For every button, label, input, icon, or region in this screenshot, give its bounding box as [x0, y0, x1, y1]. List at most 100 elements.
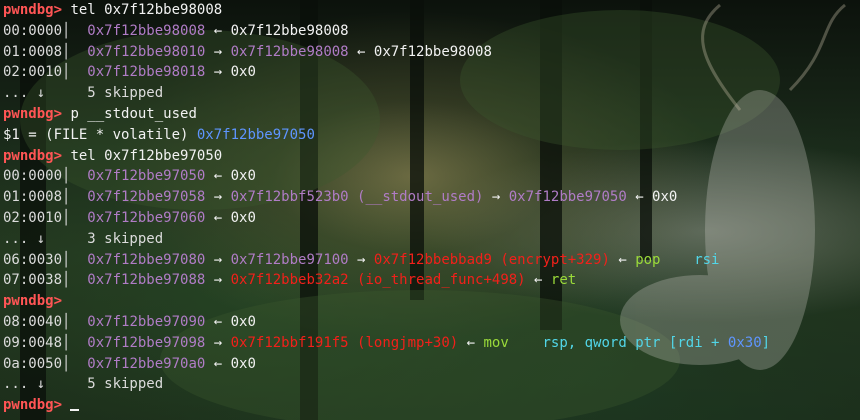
print-value: 0x7f12bbe97050	[196, 126, 315, 143]
arrow-icon: →	[205, 251, 223, 268]
arrow-icon: ←	[205, 209, 223, 226]
arrow-icon: →	[205, 43, 223, 60]
arrow-icon: ←	[205, 355, 223, 372]
terminal-line: ... ↓ 5 skipped	[3, 374, 770, 395]
terminal-line: pwndbg>	[3, 291, 770, 312]
separator: │	[62, 334, 79, 351]
arrow-icon: ←	[205, 313, 223, 330]
pointer-value: ]	[761, 334, 771, 351]
stack-address: 0x7f12bbe97058	[78, 189, 206, 206]
pointer-value: ret	[542, 272, 577, 289]
terminal-line: 02:0010│ 0x7f12bbe97060 ← 0x0	[3, 208, 770, 229]
arrow-icon: →	[205, 189, 223, 206]
arrow-icon: ←	[626, 189, 644, 206]
stack-offset: 01:0008	[3, 189, 63, 206]
pointer-value: 0x0	[222, 209, 256, 226]
terminal-line: 07:0038│ 0x7f12bbe97088 → 0x7f12bbeb32a2…	[3, 270, 770, 291]
stack-offset: 08:0040	[3, 313, 63, 330]
pointer-value: 0x7f12bbeb32a2 (io_thread_func+498)	[222, 272, 526, 289]
pointer-value: 0x0	[643, 189, 678, 206]
arrow-icon: ←	[348, 43, 366, 60]
pointer-value: 0x0	[222, 168, 256, 185]
pointer-value: 0x7f12bbebbad9 (encrypt+329)	[365, 251, 610, 268]
stack-address: 0x7f12bbe98010	[78, 43, 206, 60]
separator: │	[62, 209, 79, 226]
terminal-line: ... ↓ 5 skipped	[3, 83, 770, 104]
command-text: tel 0x7f12bbe98008	[70, 2, 223, 18]
stack-address: 0x7f12bbe98018	[78, 64, 206, 81]
terminal-line: 01:0008│ 0x7f12bbe98010 → 0x7f12bbe98008…	[3, 42, 770, 63]
arrow-icon: →	[205, 334, 223, 351]
terminal-line: 08:0040│ 0x7f12bbe97090 ← 0x0	[3, 312, 770, 333]
command-text: tel 0x7f12bbe97050	[70, 147, 223, 164]
stack-address: 0x7f12bbe97088	[78, 272, 206, 289]
pointer-value: 0x7f12bbe97050	[500, 189, 627, 206]
pointer-value: 0x7f12bbf191f5 (longjmp+30)	[222, 334, 459, 351]
stack-offset: 00:0000	[3, 22, 63, 39]
terminal-line: pwndbg> tel 0x7f12bbe97050	[3, 146, 770, 167]
pointer-value: rsp, qword ptr [rdi +	[508, 334, 728, 351]
pointer-value: 0x30	[727, 334, 762, 351]
pointer-value: 0x7f12bbf523b0 (__stdout_used)	[222, 189, 484, 206]
terminal-window[interactable]: pwndbg> tel 0x7f12bbe98008 00:0000│ 0x7f1…	[0, 0, 860, 420]
terminal-output: pwndbg> tel 0x7f12bbe98008 00:0000│ 0x7f1…	[3, 0, 770, 416]
separator: │	[62, 272, 79, 289]
separator: │	[62, 313, 79, 330]
arrow-icon: →	[483, 189, 501, 206]
skipped-note: ... ↓ 5 skipped	[3, 376, 164, 393]
terminal-line: 00:0000│ 0x7f12bbe97050 ← 0x0	[3, 166, 770, 187]
pointer-value: 0x7f12bbe98008	[222, 22, 349, 39]
arrow-icon: ←	[609, 251, 627, 268]
separator: │	[62, 64, 79, 81]
separator: │	[62, 168, 79, 185]
prompt: pwndbg>	[3, 397, 63, 414]
terminal-line: 09:0048│ 0x7f12bbe97098 → 0x7f12bbf191f5…	[3, 333, 770, 354]
separator: │	[62, 43, 79, 60]
prompt: pwndbg>	[3, 147, 63, 164]
stack-address: 0x7f12bbe97090	[78, 313, 206, 330]
prompt: pwndbg>	[3, 2, 63, 18]
pointer-value: rsi	[660, 251, 720, 268]
terminal-line: 00:0000│ 0x7f12bbe98008 ← 0x7f12bbe98008	[3, 21, 770, 42]
stack-offset: 06:0030	[3, 251, 63, 268]
text-cursor[interactable]	[70, 395, 80, 412]
separator: │	[62, 355, 79, 372]
pointer-value: 0x0	[222, 64, 256, 81]
pointer-value: pop	[626, 251, 661, 268]
separator: │	[62, 189, 79, 206]
stack-offset: 02:0010	[3, 209, 63, 226]
stack-address: 0x7f12bbe98008	[78, 22, 206, 39]
print-result: $1 = (FILE * volatile)	[3, 126, 197, 143]
stack-address: 0x7f12bbe97060	[78, 209, 206, 226]
stack-address: 0x7f12bbe97050	[78, 168, 206, 185]
pointer-value: 0x7f12bbe98008	[365, 43, 492, 60]
terminal-line: 06:0030│ 0x7f12bbe97080 → 0x7f12bbe97100…	[3, 250, 770, 271]
terminal-line: ... ↓ 3 skipped	[3, 229, 770, 250]
command-text: p __stdout_used	[70, 105, 197, 122]
separator: │	[62, 251, 79, 268]
terminal-line: $1 = (FILE * volatile) 0x7f12bbe97050	[3, 125, 770, 146]
terminal-line: pwndbg> p __stdout_used	[3, 104, 770, 125]
arrow-icon: ←	[525, 272, 543, 289]
stack-offset: 07:0038	[3, 272, 63, 289]
terminal-line: 01:0008│ 0x7f12bbe97058 → 0x7f12bbf523b0…	[3, 187, 770, 208]
arrow-icon: ←	[458, 334, 476, 351]
pointer-value: 0x0	[222, 355, 256, 372]
separator: │	[62, 22, 79, 39]
stack-offset: 00:0000	[3, 168, 63, 185]
stack-offset: 01:0008	[3, 43, 63, 60]
arrow-icon: →	[348, 251, 366, 268]
stack-address: 0x7f12bbe970a0	[78, 355, 206, 372]
pointer-value: mov	[475, 334, 509, 351]
stack-offset: 09:0048	[3, 334, 63, 351]
terminal-line: 0a:0050│ 0x7f12bbe970a0 ← 0x0	[3, 354, 770, 375]
skipped-note: ... ↓ 3 skipped	[3, 230, 164, 247]
pointer-value: 0x0	[222, 313, 256, 330]
stack-offset: 02:0010	[3, 64, 63, 81]
stack-address: 0x7f12bbe97098	[78, 334, 206, 351]
arrow-icon: ←	[205, 168, 223, 185]
stack-offset: 0a:0050	[3, 355, 63, 372]
terminal-line: 02:0010│ 0x7f12bbe98018 → 0x0	[3, 62, 770, 83]
